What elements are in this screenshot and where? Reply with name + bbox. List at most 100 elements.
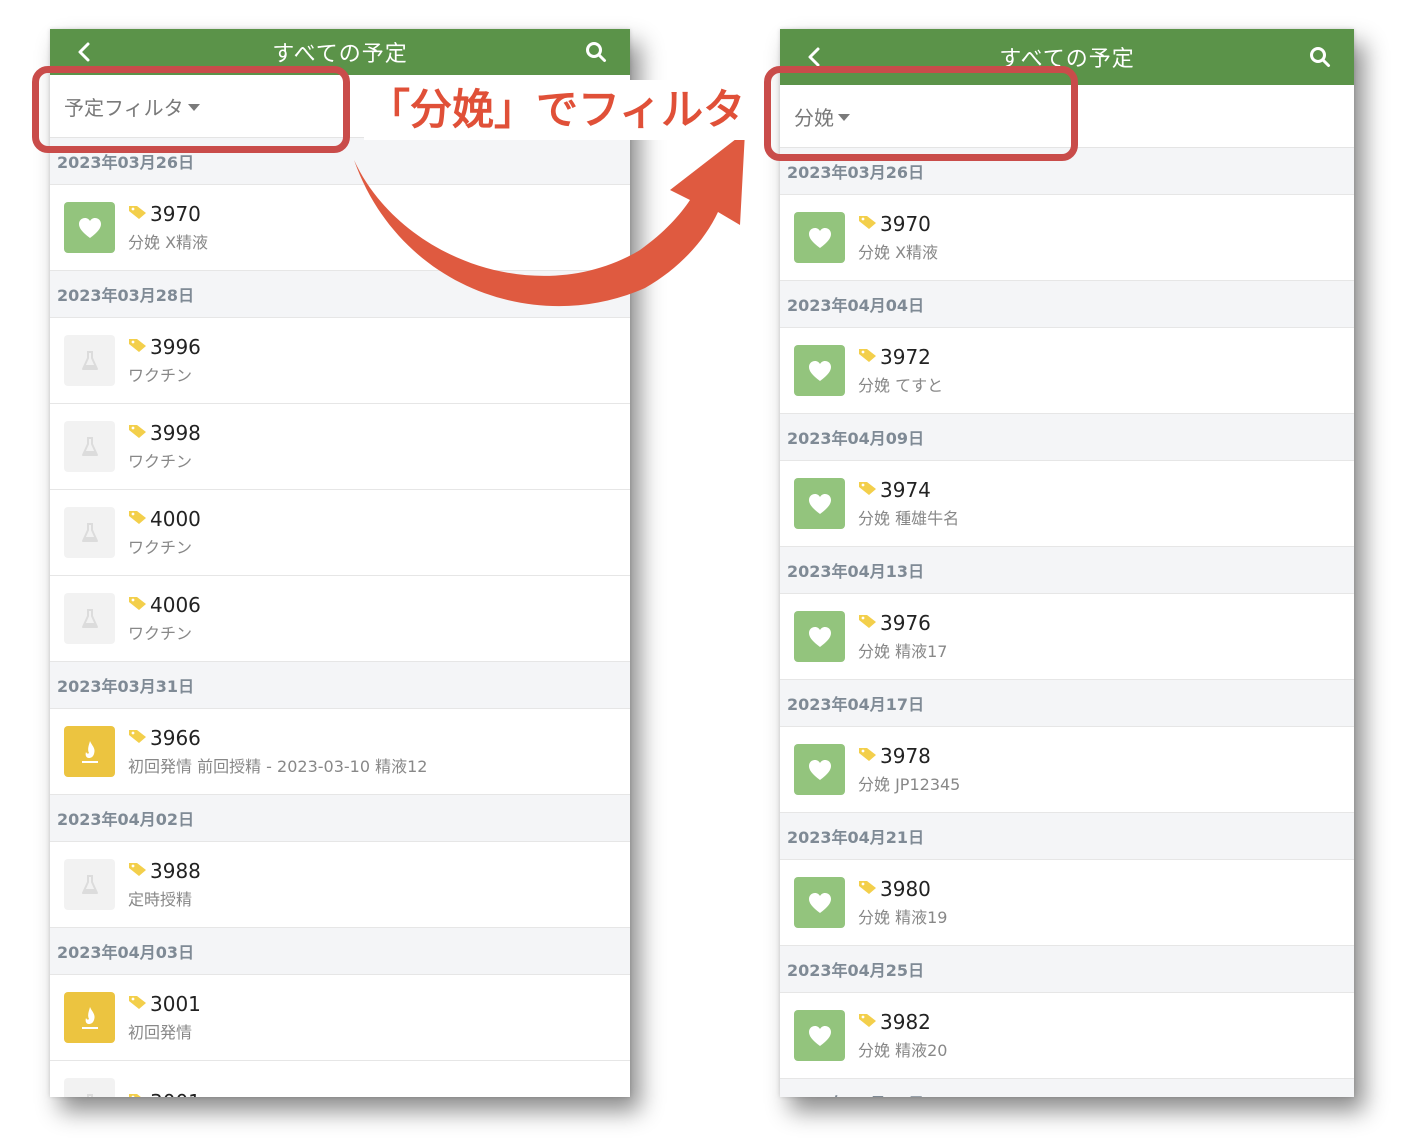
animal-id: 3966 [150, 726, 201, 750]
date-header: 2023年04月21日 [780, 813, 1354, 860]
tag-icon [128, 728, 148, 748]
event-list-item[interactable]: 3001 [50, 1061, 630, 1097]
event-description: ワクチン [128, 366, 193, 385]
tag-icon [128, 595, 148, 615]
flask-icon [64, 859, 115, 910]
event-list-item[interactable]: 3972 分娩 てすと [780, 328, 1354, 414]
animal-id: 3980 [880, 877, 931, 901]
event-list-item[interactable]: 3998 ワクチン [50, 404, 630, 490]
event-list-item[interactable]: 3970 分娩 X精液 [780, 195, 1354, 281]
event-description: ワクチン [128, 624, 193, 643]
animal-id: 3001 [150, 1090, 201, 1097]
date-header: 2023年04月13日 [780, 547, 1354, 594]
event-description: 分娩 X精液 [858, 243, 939, 262]
heart-icon [794, 744, 845, 795]
tag-icon [128, 861, 148, 881]
flame-icon [64, 992, 115, 1043]
event-list-item[interactable]: 3974 分娩 種雄牛名 [780, 461, 1354, 547]
event-list-item[interactable]: 3976 分娩 精液17 [780, 594, 1354, 680]
event-description: 分娩 精液19 [858, 908, 948, 927]
animal-id: 3974 [880, 478, 931, 502]
search-button[interactable] [566, 29, 626, 75]
event-description: 分娩 てすと [858, 376, 944, 395]
event-description: 初回発情 [128, 1023, 193, 1042]
event-description: 分娩 精液17 [858, 642, 948, 661]
tag-icon [858, 214, 878, 234]
animal-id: 3978 [880, 744, 931, 768]
tag-icon [128, 994, 148, 1014]
heart-icon [794, 212, 845, 263]
animal-id: 3972 [880, 345, 931, 369]
highlight-box-filter-right [764, 66, 1078, 161]
event-list: 2023年03月26日 3970 分娩 X精液 2023年04月04日 3972 分娩 て… [780, 148, 1354, 1097]
event-description: 分娩 精液20 [858, 1041, 948, 1060]
chevron-left-icon [808, 47, 820, 67]
search-icon [1310, 47, 1330, 67]
tag-icon [128, 509, 148, 529]
tag-icon [128, 423, 148, 443]
flask-icon [64, 507, 115, 558]
flask-icon [64, 335, 115, 386]
animal-id: 4000 [150, 507, 201, 531]
tag-icon [858, 613, 878, 633]
heart-icon [64, 202, 115, 253]
event-description: 初回発情 前回授精 - 2023-03-10 精液12 [128, 757, 428, 776]
event-list-item[interactable]: 3982 分娩 精液20 [780, 993, 1354, 1079]
date-header: 2023年04月17日 [780, 680, 1354, 727]
tag-icon [128, 337, 148, 357]
event-list-item[interactable]: 4000 ワクチン [50, 490, 630, 576]
event-description: 分娩 X精液 [128, 233, 209, 252]
tag-icon [858, 347, 878, 367]
flask-icon [64, 1078, 115, 1097]
event-list-item[interactable]: 3966 初回発情 前回授精 - 2023-03-10 精液12 [50, 709, 630, 795]
animal-id: 3970 [880, 212, 931, 236]
animal-id: 3996 [150, 335, 201, 359]
chevron-left-icon [78, 42, 90, 62]
event-description: ワクチン [128, 452, 193, 471]
date-header: 2023年04月09日 [780, 414, 1354, 461]
tag-icon [858, 1012, 878, 1032]
heart-icon [794, 611, 845, 662]
event-list-item[interactable]: 3988 定時授精 [50, 842, 630, 928]
annotation-arrow-icon [354, 132, 745, 307]
highlight-box-filter-left [32, 66, 350, 153]
heart-icon [794, 1010, 845, 1061]
tag-icon [858, 746, 878, 766]
date-header: 2023年03月31日 [50, 662, 630, 709]
animal-id: 3970 [150, 202, 201, 226]
page-title: すべての予定 [272, 42, 408, 67]
date-header: 2023年04月29日 [780, 1079, 1354, 1097]
date-header: 2023年04月04日 [780, 281, 1354, 328]
animal-id: 3001 [150, 992, 201, 1016]
date-header: 2023年04月03日 [50, 928, 630, 975]
animal-id: 4006 [150, 593, 201, 617]
flask-icon [64, 421, 115, 472]
tag-icon [858, 879, 878, 899]
event-description: 分娩 種雄牛名 [858, 509, 960, 528]
search-icon [586, 42, 606, 62]
event-description: 定時授精 [128, 890, 193, 909]
tag-icon [858, 480, 878, 500]
event-list-item[interactable]: 3996 ワクチン [50, 318, 630, 404]
flask-icon [64, 593, 115, 644]
animal-id: 3982 [880, 1010, 931, 1034]
event-description: 分娩 JP12345 [858, 775, 961, 794]
date-header: 2023年04月25日 [780, 946, 1354, 993]
animal-id: 3988 [150, 859, 201, 883]
animal-id: 3976 [880, 611, 931, 635]
search-button[interactable] [1290, 29, 1350, 85]
tag-icon [128, 1092, 148, 1097]
event-list-item[interactable]: 3978 分娩 JP12345 [780, 727, 1354, 813]
event-list-item[interactable]: 3001 初回発情 [50, 975, 630, 1061]
annotation-caption: 「分娩」でフィルタ [364, 80, 750, 140]
event-description: ワクチン [128, 538, 193, 557]
right-phone-screen: すべての予定 分娩 2023年03月26日 3970 分娩 X精液 2023年04月0… [780, 29, 1354, 1097]
flame-icon [64, 726, 115, 777]
date-header: 2023年04月02日 [50, 795, 630, 842]
tag-icon [128, 204, 148, 224]
heart-icon [794, 877, 845, 928]
event-list-item[interactable]: 3980 分娩 精液19 [780, 860, 1354, 946]
event-list-item[interactable]: 4006 ワクチン [50, 576, 630, 662]
heart-icon [794, 345, 845, 396]
heart-icon [794, 478, 845, 529]
